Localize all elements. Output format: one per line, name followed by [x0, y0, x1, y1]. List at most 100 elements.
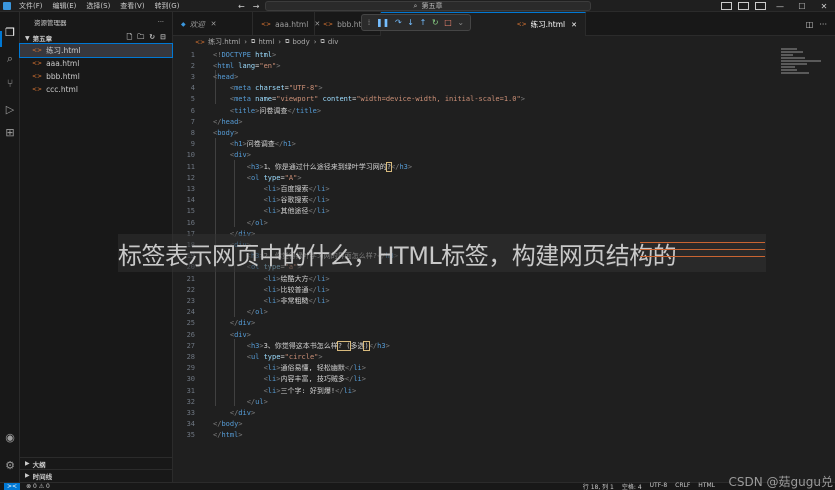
menu-item[interactable]: 文件(F) [14, 1, 48, 11]
status-item[interactable]: UTF-8 [650, 482, 668, 490]
code-line[interactable]: 26 <div> [173, 329, 773, 340]
settings-gear-icon[interactable]: ⚙ [3, 458, 17, 472]
drag-grip-icon[interactable]: ⁞ [368, 18, 371, 27]
code-line[interactable]: 27 <h3>3、你觉得这本书怎么样? (多选)</h3> [173, 340, 773, 351]
code-line[interactable]: 31 <li>三个字: 好到爆!</li> [173, 385, 773, 396]
code-line[interactable]: 21 <li>绘酷大方</li> [173, 273, 773, 284]
code-line[interactable]: 29 <li>通俗易懂, 轻松幽默</li> [173, 363, 773, 374]
minimap[interactable] [781, 48, 821, 98]
file-item[interactable]: <> ccc.html [20, 83, 172, 96]
code-line[interactable]: 15 <li>其他途径</li> [173, 206, 773, 217]
code-line[interactable]: 14 <li>谷歌搜索</li> [173, 195, 773, 206]
status-item[interactable]: CRLF [675, 482, 690, 490]
code-line[interactable]: 1 <!DOCTYPE html> [173, 49, 773, 60]
tab-more-icon[interactable]: ··· [819, 20, 827, 29]
html-file-icon: <> [32, 60, 43, 67]
menu-item[interactable]: 查看(V) [115, 1, 149, 11]
code-token: 百度搜索 [280, 184, 309, 193]
code-line[interactable]: 22 <li>比较普通</li> [173, 284, 773, 295]
code-line[interactable]: 9 <h1>问卷调查</h1> [173, 139, 773, 150]
code-line[interactable]: 10 <div> [173, 150, 773, 161]
file-item[interactable]: <> 练习.html [19, 43, 173, 58]
code-line[interactable]: 5 <meta name="viewport" content="width=d… [173, 94, 773, 105]
code-line[interactable]: 4 <meta charset="UTF-8"> [173, 83, 773, 94]
breadcrumb-item[interactable]: div [328, 38, 339, 46]
outline-section[interactable]: ▶ 大纲 [20, 457, 173, 469]
new-folder-icon[interactable]: 🗀 [137, 33, 144, 44]
stop-icon[interactable]: □ [444, 18, 452, 27]
menu-item[interactable]: 选择(S) [81, 1, 115, 11]
refresh-icon[interactable]: ↻ [149, 33, 155, 44]
close-icon[interactable]: ✕ [211, 20, 217, 28]
back-arrow-icon[interactable]: ← [238, 2, 245, 11]
code-line[interactable]: 8 <body> [173, 127, 773, 138]
remote-indicator[interactable]: >< [4, 483, 21, 490]
debug-dropdown-icon[interactable]: ⌄ [457, 18, 464, 27]
close-window-icon[interactable]: ✕ [813, 2, 835, 11]
status-item[interactable]: HTML [698, 482, 715, 490]
code-line[interactable]: 12 <ol type="A"> [173, 172, 773, 183]
code-line[interactable]: 35 </html> [173, 430, 773, 441]
restart-icon[interactable]: ↻ [432, 18, 439, 27]
code-line[interactable]: 28 <ul type="circle"> [173, 351, 773, 362]
status-item[interactable]: 空格: 4 [622, 482, 642, 490]
step-out-icon[interactable]: ↑ [420, 18, 427, 27]
code-token: li [267, 296, 277, 305]
step-into-icon[interactable]: ↓ [407, 18, 414, 27]
layout-toggle-icon[interactable] [721, 2, 732, 10]
code-token: > [263, 397, 268, 406]
minimize-icon[interactable]: — [769, 2, 791, 11]
code-line[interactable]: 3 <head> [173, 71, 773, 82]
nav-arrows: ← → [238, 0, 259, 12]
more-actions-icon[interactable]: ··· [158, 18, 164, 26]
folder-header[interactable]: ▼ 第五章 🗋 🗀 ↻ ⊟ [20, 32, 172, 44]
explorer-icon[interactable]: ❐ [3, 25, 17, 39]
code-line[interactable]: 16 </ol> [173, 217, 773, 228]
panel-toggle-icon[interactable] [738, 2, 749, 10]
csdn-watermark: CSDN @菇gugu兑 [728, 475, 833, 489]
breadcrumb-item[interactable]: html [258, 38, 274, 46]
code-line[interactable]: 30 <li>内容丰富, 技巧贼多</li> [173, 374, 773, 385]
breadcrumb-item[interactable]: 练习.html [208, 37, 240, 47]
code-line[interactable]: 24 </ol> [173, 307, 773, 318]
code-line[interactable]: 6 <title>问卷调查</title> [173, 105, 773, 116]
sidebar-toggle-icon[interactable] [755, 2, 766, 10]
code-line[interactable]: 7 </head> [173, 116, 773, 127]
code-line[interactable]: 33 </div> [173, 407, 773, 418]
run-debug-icon[interactable]: ▷ [3, 102, 17, 116]
folder-name: 第五章 [32, 35, 53, 43]
breadcrumb-item[interactable]: body [292, 38, 309, 46]
pause-icon[interactable]: ❚❚ [376, 18, 389, 27]
source-control-icon[interactable]: ⑂ [3, 76, 17, 90]
command-center-search[interactable]: ⌕ 第五章 [265, 1, 591, 11]
forward-arrow-icon[interactable]: → [253, 2, 260, 11]
step-over-icon[interactable]: ↷ [395, 18, 402, 27]
code-line[interactable]: 11 <h3>1、你是通过什么途径来到绿叶学习网的?</h3> [173, 161, 773, 172]
code-line[interactable]: 34 </body> [173, 419, 773, 430]
split-editor-icon[interactable]: ◫ [806, 20, 814, 29]
code-line[interactable]: 32 </ul> [173, 396, 773, 407]
search-view-icon[interactable]: ⌕ [3, 52, 17, 66]
collapse-all-icon[interactable]: ⊟ [160, 33, 166, 44]
file-item[interactable]: <> aaa.html [20, 57, 172, 70]
code-token: li [353, 364, 362, 373]
timeline-section[interactable]: ▶ 时间线 [20, 469, 173, 481]
editor-tab[interactable]: <> aaa.html ✕ [253, 12, 320, 36]
code-line[interactable]: 2 <html lang="en"> [173, 60, 773, 71]
status-item[interactable]: 行 18, 列 1 [583, 482, 614, 490]
line-number: 16 [186, 218, 195, 227]
account-icon[interactable]: ◉ [3, 430, 17, 444]
editor-tab[interactable]: ◆ 欢迎 ✕ [173, 12, 253, 36]
problems-count[interactable]: ⊗ 0 ⚠ 0 [26, 483, 50, 490]
code-token: title [234, 106, 256, 115]
maximize-icon[interactable]: ☐ [791, 2, 813, 11]
code-line[interactable]: 25 </div> [173, 318, 773, 329]
file-item[interactable]: <> bbb.html [20, 70, 172, 83]
code-line[interactable]: 13 <li>百度搜索</li> [173, 183, 773, 194]
close-icon[interactable]: ✕ [571, 21, 577, 29]
extensions-icon[interactable]: ⊞ [3, 125, 17, 139]
new-file-icon[interactable]: 🗋 [127, 33, 133, 44]
menu-item[interactable]: 编辑(E) [48, 1, 82, 11]
menu-item[interactable]: 转到(G) [150, 1, 185, 11]
code-line[interactable]: 23 <li>非常粗糙</li> [173, 295, 773, 306]
